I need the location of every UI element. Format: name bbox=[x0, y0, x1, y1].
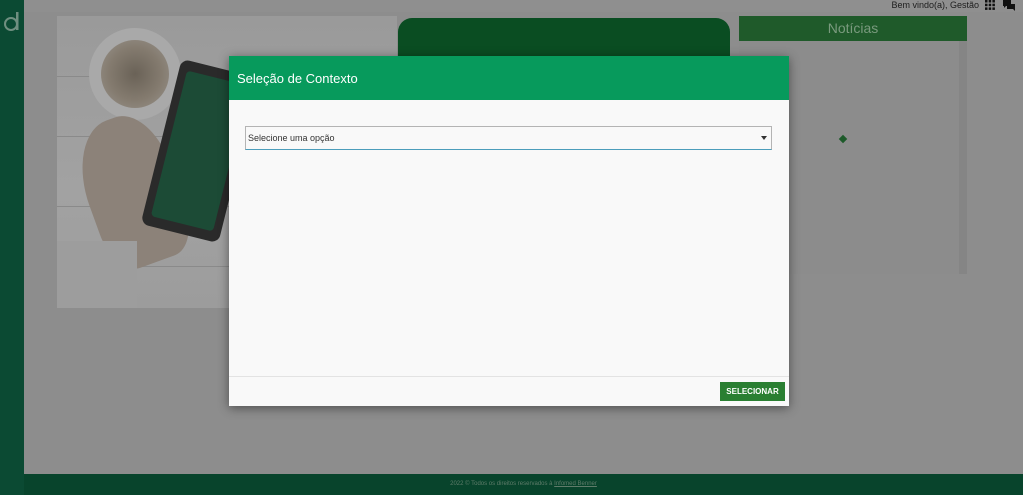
app-logo-icon[interactable] bbox=[3, 10, 21, 32]
loading-icon bbox=[838, 134, 848, 144]
footer-link[interactable]: Infomed Benner bbox=[554, 481, 597, 487]
apps-grid-icon[interactable] bbox=[985, 0, 995, 10]
context-select-placeholder: Selecione uma opção bbox=[248, 133, 335, 143]
coffee bbox=[101, 40, 169, 108]
news-title: Notícias bbox=[739, 16, 967, 41]
modal-title: Seleção de Contexto bbox=[237, 71, 358, 86]
modal-header: Seleção de Contexto bbox=[229, 56, 789, 100]
context-selection-modal: Seleção de Contexto Selecione uma opção … bbox=[229, 56, 789, 406]
select-button[interactable]: SELECIONAR bbox=[720, 382, 785, 401]
footer-text: 2022 © Todos os direitos reservados à bbox=[450, 481, 553, 487]
welcome-text: Bem vindo(a), Gestão bbox=[891, 0, 979, 10]
context-select[interactable]: Selecione uma opção bbox=[245, 126, 772, 150]
caret-down-icon bbox=[761, 136, 767, 140]
sweater-sleeve bbox=[57, 241, 137, 308]
news-scrollbar[interactable] bbox=[959, 41, 967, 274]
left-sidebar bbox=[0, 0, 24, 495]
top-bar: Bem vindo(a), Gestão bbox=[24, 0, 1023, 12]
modal-footer-divider bbox=[229, 376, 789, 377]
chat-icon[interactable] bbox=[1003, 0, 1015, 11]
footer: 2022 © Todos os direitos reservados à In… bbox=[24, 474, 1023, 495]
